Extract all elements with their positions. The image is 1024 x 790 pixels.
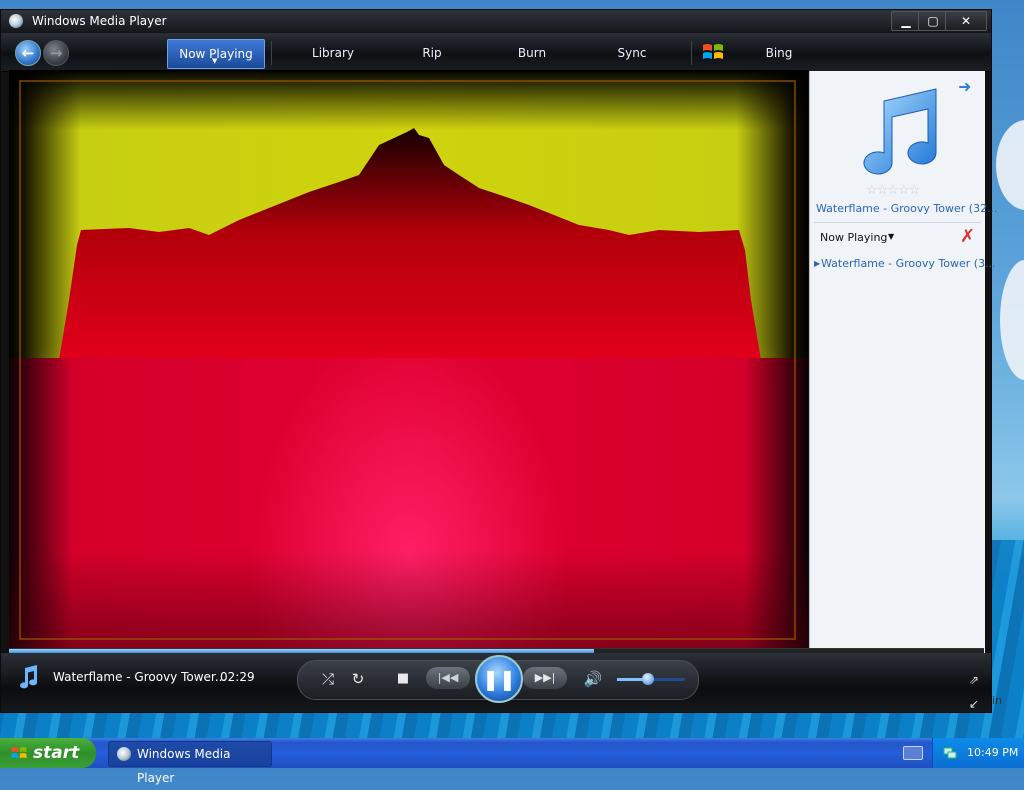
spectrum-shape xyxy=(59,128,761,360)
windows-logo-icon[interactable] xyxy=(701,41,725,63)
album-art-music-note-icon xyxy=(863,88,937,175)
desktop-cloud xyxy=(1000,260,1024,380)
playing-indicator-icon: ▶ xyxy=(814,259,821,268)
forward-arrow-icon: → xyxy=(49,44,63,62)
volume-slider[interactable] xyxy=(617,673,685,685)
list-pane: ➜ ☆☆☆☆☆ Waterflame - Groovy Tower (32...… xyxy=(809,71,998,653)
start-label: start xyxy=(33,743,80,763)
tab-sync[interactable]: Sync xyxy=(595,39,669,67)
clock[interactable]: 10:49 PM xyxy=(967,746,1018,759)
visualizer-fade xyxy=(9,550,808,653)
media-player-window: Windows Media Player ▁ ▢ ✕ ← → Now Playi… xyxy=(0,9,998,713)
back-button[interactable]: ← xyxy=(15,40,41,66)
current-track-name: Waterflame - Groovy Tower... xyxy=(53,670,227,684)
close-button[interactable]: ✕ xyxy=(945,11,987,31)
volume-knob[interactable] xyxy=(642,673,654,685)
window-title: Windows Media Player xyxy=(32,14,167,28)
tab-divider xyxy=(691,41,692,65)
desktop-cloud xyxy=(996,120,1024,210)
volume-icon[interactable]: 🔊 xyxy=(581,667,605,691)
rating-stars[interactable]: ☆☆☆☆☆ xyxy=(866,183,920,198)
divider xyxy=(814,222,981,223)
visualization[interactable] xyxy=(9,70,808,653)
tab-divider xyxy=(271,41,272,65)
taskbar-item-label: Windows Media Player xyxy=(137,747,231,785)
tab-library[interactable]: Library xyxy=(291,39,375,67)
elapsed-time[interactable]: 02:29 xyxy=(220,670,255,684)
media-player-icon xyxy=(117,747,131,761)
title-bar[interactable]: Windows Media Player ▁ ▢ ✕ xyxy=(1,10,991,33)
minimize-button[interactable]: ▁ xyxy=(891,11,921,31)
playlist-item[interactable]: Waterflame - Groovy Tower (3... xyxy=(821,257,996,270)
music-note-icon xyxy=(20,665,38,689)
chevron-down-icon[interactable]: ▼ xyxy=(888,232,894,241)
tab-burn[interactable]: Burn xyxy=(495,39,569,67)
taskbar: start Windows Media Player 10:49 PM xyxy=(0,738,1024,785)
back-arrow-icon: ← xyxy=(21,44,35,62)
keyboard-icon[interactable] xyxy=(903,746,923,760)
stop-icon[interactable]: ■ xyxy=(391,667,415,691)
album-title[interactable]: Waterflame - Groovy Tower (32... xyxy=(816,202,998,215)
repeat-icon[interactable]: ↻ xyxy=(346,667,370,691)
fullscreen-icon[interactable]: ↙ xyxy=(969,697,979,711)
desktop-edge-text: in xyxy=(992,694,1003,707)
pause-button[interactable]: ❚❚ xyxy=(475,655,523,703)
windows-logo-icon xyxy=(11,747,27,759)
tab-bing[interactable]: Bing xyxy=(737,39,821,67)
system-tray: 10:49 PM xyxy=(932,738,1024,768)
tab-now-playing[interactable]: Now Playing ▼ xyxy=(167,39,265,69)
media-player-icon xyxy=(9,14,23,28)
hide-list-pane-arrow-icon[interactable]: ➜ xyxy=(958,77,971,96)
chevron-down-icon[interactable]: ▼ xyxy=(212,57,217,65)
next-icon[interactable]: ▶▶| xyxy=(523,667,567,689)
start-button[interactable]: start xyxy=(0,738,96,768)
shuffle-icon[interactable]: ⤮ xyxy=(316,667,340,691)
tab-rip[interactable]: Rip xyxy=(396,39,468,67)
previous-icon[interactable]: |◀◀ xyxy=(426,667,470,689)
forward-button[interactable]: → xyxy=(43,40,69,66)
clear-list-icon[interactable]: ✗ xyxy=(960,226,975,247)
switch-to-skin-icon[interactable]: ⇗ xyxy=(969,673,979,687)
navigation-toolbar: ← → Now Playing ▼ Library Rip Burn Sync … xyxy=(1,33,991,72)
maximize-button[interactable]: ▢ xyxy=(918,11,948,31)
playback-controls: Waterflame - Groovy Tower... 02:29 ⤮ ↻ ■… xyxy=(1,653,991,712)
taskbar-item-media-player[interactable]: Windows Media Player xyxy=(108,741,272,785)
network-icon[interactable] xyxy=(943,746,957,760)
now-playing-list-label[interactable]: Now Playing xyxy=(820,231,887,244)
